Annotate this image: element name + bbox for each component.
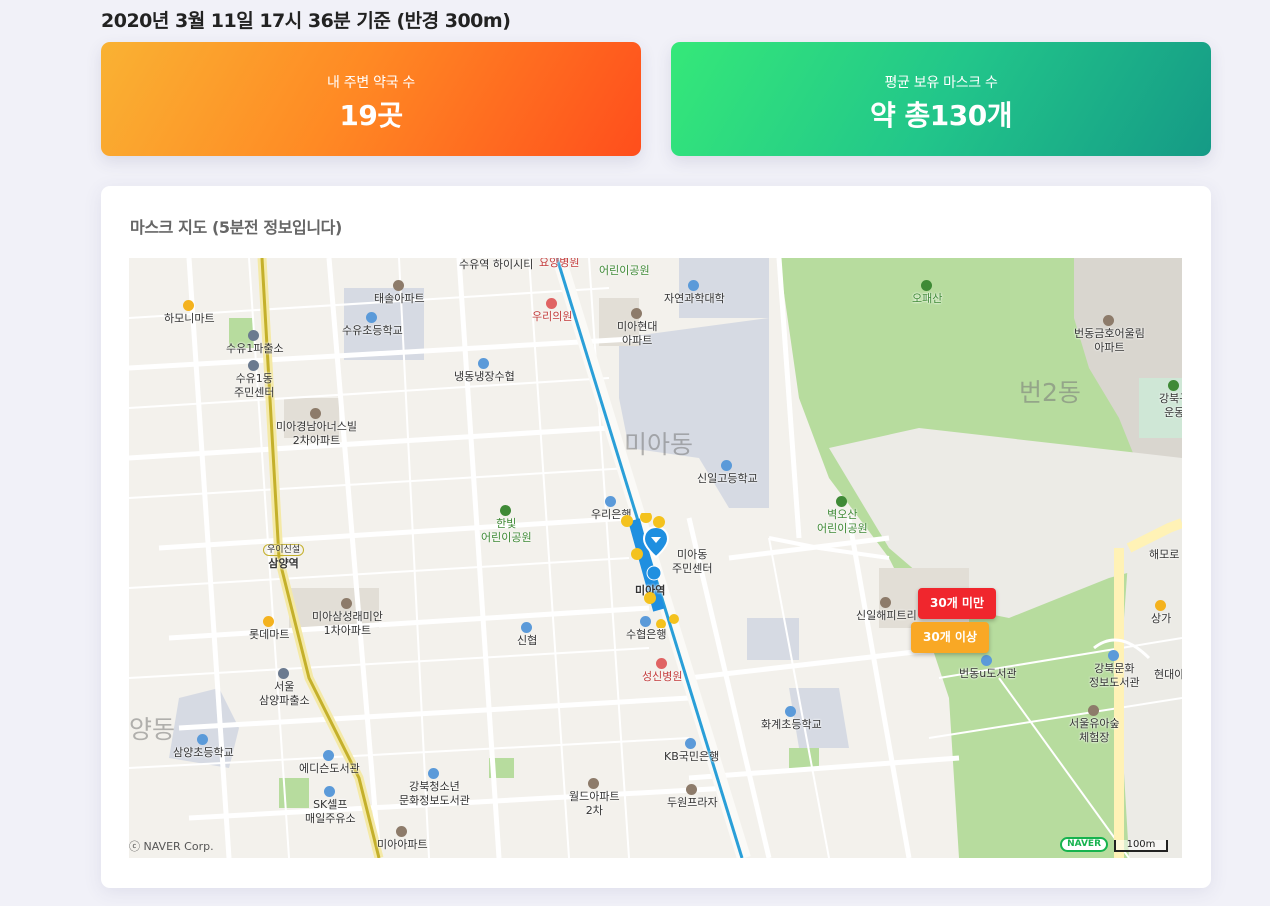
shop-icon bbox=[1154, 599, 1166, 611]
poi-label[interactable]: 우리의원 bbox=[532, 296, 572, 324]
poi-label[interactable]: 서울 삼양파출소 bbox=[259, 666, 310, 708]
gas-station-icon bbox=[323, 785, 335, 797]
poi-label[interactable]: 미아아파트 bbox=[377, 824, 428, 852]
poi-label[interactable]: 수유역 하이시티 bbox=[459, 258, 533, 272]
library-icon bbox=[981, 654, 993, 666]
mask-average-card: 평균 보유 마스크 수 약 총130개 bbox=[671, 42, 1211, 156]
university-icon bbox=[687, 279, 699, 291]
poi-label[interactable]: 롯데마트 bbox=[249, 614, 289, 642]
pharmacy-count-value: 19곳 bbox=[339, 99, 403, 132]
mask-average-label: 평균 보유 마스크 수 bbox=[884, 75, 998, 91]
building-icon bbox=[685, 783, 697, 795]
poi-label[interactable]: 현대아 bbox=[1154, 668, 1182, 682]
poi-label[interactable]: 미아경남아너스빌 2차아파트 bbox=[276, 406, 357, 448]
poi-label[interactable]: 오패산 bbox=[912, 278, 942, 306]
building-icon bbox=[392, 279, 404, 291]
building-icon bbox=[587, 777, 599, 789]
district-label-beon2: 번2동 bbox=[1019, 378, 1081, 407]
poi-label[interactable]: 자연과학대학 bbox=[664, 278, 725, 306]
mountain-icon bbox=[920, 279, 932, 291]
bank-icon bbox=[520, 621, 532, 633]
poi-label[interactable]: 서울유아숲 체험장 bbox=[1069, 703, 1120, 745]
poi-label[interactable]: 벽오산 어린이공원 bbox=[817, 494, 868, 536]
subway-exit-icons bbox=[621, 513, 679, 628]
poi-label[interactable]: 해모로 bbox=[1149, 548, 1179, 562]
poi-label[interactable]: 신일고등학교 bbox=[697, 458, 758, 486]
hospital-icon bbox=[545, 297, 557, 309]
poi-label[interactable]: 미아현대 아파트 bbox=[617, 306, 657, 348]
poi-label[interactable]: 어린이공원 bbox=[599, 264, 650, 278]
poi-label[interactable]: 월드아파트 2차 bbox=[569, 776, 620, 818]
poi-label[interactable]: 하모니마트 bbox=[164, 298, 215, 326]
map-viewport[interactable]: 미아동 번2동 양동 태솔아파트 수유역 하이시티 요양병원 어린이공원 자연과… bbox=[129, 258, 1182, 858]
pharmacy-count-card: 내 주변 약국 수 19곳 bbox=[101, 42, 641, 156]
naver-logo[interactable]: NAVER bbox=[1060, 837, 1108, 852]
police-icon bbox=[277, 667, 289, 679]
poi-label[interactable]: 신일해피트리 bbox=[856, 595, 917, 623]
shop-icon bbox=[182, 299, 194, 311]
library-icon bbox=[1107, 649, 1119, 661]
legend-under-30-badge[interactable]: 30개 미만 bbox=[918, 588, 996, 619]
timestamp-heading: 2020년 3월 11일 17시 36분 기준 (반경 300m) bbox=[101, 10, 511, 32]
building-icon bbox=[1102, 314, 1114, 326]
poi-label[interactable]: 태솔아파트 bbox=[374, 278, 425, 306]
building-icon bbox=[309, 407, 321, 419]
map-title: 마스크 지도 (5분전 정보입니다) bbox=[130, 218, 342, 237]
pharmacy-count-label: 내 주변 약국 수 bbox=[327, 75, 415, 91]
building-icon bbox=[630, 307, 642, 319]
bank-icon bbox=[685, 737, 697, 749]
district-label-mia: 미아동 bbox=[624, 430, 694, 459]
poi-label[interactable]: 상가 bbox=[1151, 598, 1171, 626]
poi-label[interactable]: 화계초등학교 bbox=[761, 704, 822, 732]
poi-label[interactable]: 두원프라자 bbox=[667, 782, 718, 810]
sports-icon bbox=[1167, 379, 1179, 391]
police-icon bbox=[248, 329, 260, 341]
mask-average-value: 약 총130개 bbox=[870, 99, 1012, 132]
poi-label[interactable]: 삼양초등학교 bbox=[173, 732, 234, 760]
poi-label[interactable]: 한빛 어린이공원 bbox=[481, 503, 532, 545]
building-icon bbox=[395, 825, 407, 837]
poi-label[interactable]: 냉동냉장수협 bbox=[454, 356, 515, 384]
park-icon bbox=[835, 495, 847, 507]
poi-label[interactable]: 미아삼성래미안 1차아파트 bbox=[312, 596, 383, 638]
poi-label[interactable]: 강북청소년 문화정보도서관 bbox=[399, 766, 470, 808]
forest-icon bbox=[1087, 704, 1099, 716]
poi-label[interactable]: 에디슨도서관 bbox=[299, 748, 360, 776]
park-icon bbox=[499, 504, 511, 516]
building-icon bbox=[340, 597, 352, 609]
building-icon bbox=[879, 596, 891, 608]
poi-label[interactable]: 요양병원 bbox=[539, 258, 579, 270]
poi-label[interactable]: 수유1파출소 bbox=[226, 328, 284, 356]
poi-label[interactable]: SK셀프 매일주유소 bbox=[305, 784, 356, 826]
mask-map-panel: 마스크 지도 (5분전 정보입니다) 미아동 번2동 양동 태솔아파트 수유역 … bbox=[101, 186, 1211, 888]
poi-label[interactable]: 강북구운동 bbox=[1159, 378, 1182, 420]
library-icon bbox=[427, 767, 439, 779]
poi-label[interactable]: 번동금호어울림 아파트 bbox=[1074, 313, 1145, 355]
school-icon bbox=[365, 311, 377, 323]
district-label-yang: 양동 bbox=[129, 715, 176, 744]
school-icon bbox=[720, 459, 732, 471]
poi-label[interactable]: KB국민은행 bbox=[664, 736, 719, 764]
school-icon bbox=[784, 705, 796, 717]
poi-label[interactable]: 수유초등학교 bbox=[342, 310, 403, 338]
shop-icon bbox=[262, 615, 274, 627]
hospital-icon bbox=[655, 657, 667, 669]
poi-label[interactable]: 성신병원 bbox=[642, 656, 682, 684]
school-icon bbox=[196, 733, 208, 745]
poi-label[interactable]: 신협 bbox=[517, 620, 537, 648]
map-copyright: ⓒ NAVER Corp. bbox=[129, 840, 214, 853]
community-center-icon bbox=[247, 359, 259, 371]
legend-over-30-badge[interactable]: 30개 이상 bbox=[911, 622, 989, 653]
poi-label[interactable]: 강북문화 정보도서관 bbox=[1089, 648, 1140, 690]
map-scale-bar: 100m bbox=[1114, 840, 1168, 852]
poi-label[interactable]: 우이신설 삼양역 bbox=[263, 542, 305, 571]
bank-icon bbox=[604, 495, 616, 507]
bank-icon bbox=[477, 357, 489, 369]
poi-label[interactable]: 번동u도서관 bbox=[959, 653, 1017, 681]
library-icon bbox=[322, 749, 334, 761]
poi-label[interactable]: 수유1동 주민센터 bbox=[234, 358, 274, 400]
